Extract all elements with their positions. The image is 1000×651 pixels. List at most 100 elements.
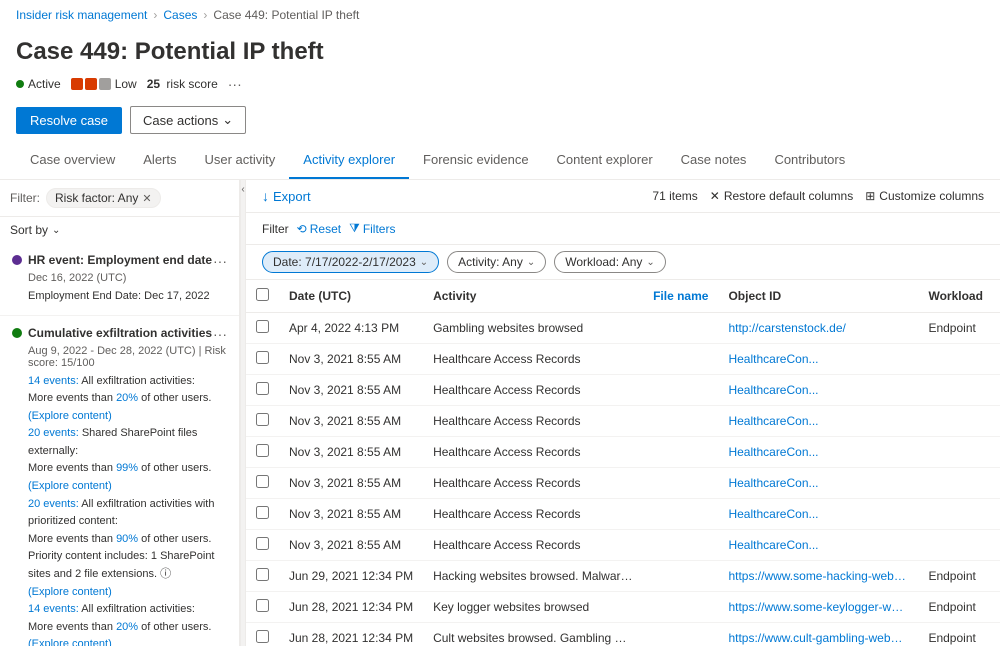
panel-divider[interactable]: ‹: [240, 180, 246, 646]
row-item-type: [993, 406, 1000, 437]
case-actions-button[interactable]: Case actions ⌄: [130, 106, 246, 134]
row-workload: [918, 375, 992, 406]
row-checkbox-7[interactable]: [256, 537, 269, 550]
row-checkbox-4[interactable]: [256, 444, 269, 457]
risk-badges: Low: [71, 77, 137, 91]
row-object-id: HealthcareCon...: [718, 530, 918, 561]
col-item-type[interactable]: Item type: [993, 280, 1000, 313]
collapse-icon[interactable]: ‹: [241, 184, 244, 195]
restore-label: Restore default columns: [724, 189, 853, 203]
explore-link-1[interactable]: (Explore content): [28, 410, 112, 422]
tab-forensic-evidence[interactable]: Forensic evidence: [409, 142, 543, 179]
table-row[interactable]: Jun 28, 2021 12:34 PM Key logger website…: [246, 592, 1000, 623]
filter-chip[interactable]: Risk factor: Any ✕: [46, 188, 161, 208]
row-checkbox-2[interactable]: [256, 382, 269, 395]
table-row[interactable]: Nov 3, 2021 8:55 AM Healthcare Access Re…: [246, 375, 1000, 406]
row-filename: [643, 406, 718, 437]
table-row[interactable]: Nov 3, 2021 8:55 AM Healthcare Access Re…: [246, 468, 1000, 499]
workload-filter-pill[interactable]: Workload: Any ⌄: [554, 251, 666, 273]
event-detail: Employment End Date: Dec 17, 2022: [12, 288, 227, 305]
breadcrumb-item-1[interactable]: Insider risk management: [16, 8, 147, 22]
table-row[interactable]: Jun 28, 2021 12:34 PM Cult websites brow…: [246, 623, 1000, 647]
explore-link-4[interactable]: (Explore content): [28, 638, 112, 646]
case-actions-label: Case actions: [143, 113, 218, 128]
tab-user-activity[interactable]: User activity: [191, 142, 290, 179]
row-checkbox-cell[interactable]: [246, 530, 279, 561]
table-row[interactable]: Nov 3, 2021 8:55 AM Healthcare Access Re…: [246, 406, 1000, 437]
sort-bar[interactable]: Sort by ⌄: [0, 217, 239, 243]
row-date: Nov 3, 2021 8:55 AM: [279, 375, 423, 406]
tab-alerts[interactable]: Alerts: [129, 142, 190, 179]
more-options-button[interactable]: ···: [228, 76, 242, 92]
row-checkbox-cell[interactable]: [246, 623, 279, 647]
row-checkbox-cell[interactable]: [246, 313, 279, 344]
reset-button[interactable]: ⟲ Reset: [297, 222, 341, 236]
table-row[interactable]: Nov 3, 2021 8:55 AM Healthcare Access Re…: [246, 499, 1000, 530]
row-checkbox-cell[interactable]: [246, 437, 279, 468]
row-checkbox-9[interactable]: [256, 599, 269, 612]
row-date: Nov 3, 2021 8:55 AM: [279, 344, 423, 375]
row-checkbox-cell[interactable]: [246, 468, 279, 499]
select-all-checkbox[interactable]: [256, 288, 269, 301]
col-activity[interactable]: Activity: [423, 280, 643, 313]
row-checkbox-cell[interactable]: [246, 592, 279, 623]
resolve-case-button[interactable]: Resolve case: [16, 107, 122, 134]
col-filename[interactable]: File name: [643, 280, 718, 313]
activity-filter-pill[interactable]: Activity: Any ⌄: [447, 251, 546, 273]
table-row[interactable]: Jun 29, 2021 12:34 PM Hacking websites b…: [246, 561, 1000, 592]
tab-contributors[interactable]: Contributors: [760, 142, 859, 179]
event-more-button-2[interactable]: ···: [213, 326, 227, 342]
select-all-header[interactable]: [246, 280, 279, 313]
explore-link-2[interactable]: (Explore content): [28, 480, 112, 492]
row-checkbox-8[interactable]: [256, 568, 269, 581]
row-checkbox-6[interactable]: [256, 506, 269, 519]
row-checkbox-10[interactable]: [256, 630, 269, 643]
table-row[interactable]: Apr 4, 2022 4:13 PM Gambling websites br…: [246, 313, 1000, 344]
row-activity: Healthcare Access Records: [423, 437, 643, 468]
restore-columns-button[interactable]: ✕ Restore default columns: [710, 189, 853, 203]
breadcrumb-item-2[interactable]: Cases: [163, 8, 197, 22]
explore-link-3[interactable]: (Explore content): [28, 586, 112, 598]
row-checkbox-0[interactable]: [256, 320, 269, 333]
left-panel: Filter: Risk factor: Any ✕ Sort by ⌄ HR …: [0, 180, 240, 646]
row-filename: [643, 561, 718, 592]
row-checkbox-cell[interactable]: [246, 406, 279, 437]
export-button[interactable]: ↓ Export: [262, 188, 311, 204]
tab-activity-explorer[interactable]: Activity explorer: [289, 142, 409, 179]
row-object-id: https://www.some-keylogger-web...: [718, 592, 918, 623]
table-row[interactable]: Nov 3, 2021 8:55 AM Healthcare Access Re…: [246, 530, 1000, 561]
customize-label: Customize columns: [879, 189, 984, 203]
row-checkbox-5[interactable]: [256, 475, 269, 488]
table-row[interactable]: Nov 3, 2021 8:55 AM Healthcare Access Re…: [246, 344, 1000, 375]
row-checkbox-cell[interactable]: [246, 375, 279, 406]
col-object-id[interactable]: Object ID: [718, 280, 918, 313]
date-filter-pill[interactable]: Date: 7/17/2022-2/17/2023 ⌄: [262, 251, 439, 273]
event-card-hr[interactable]: HR event: Employment end date ··· Dec 16…: [0, 243, 239, 316]
filters-button[interactable]: ⧩ Filters: [349, 221, 395, 236]
event-card-exfiltration[interactable]: Cumulative exfiltration activities ··· A…: [0, 316, 239, 647]
table-row[interactable]: Nov 3, 2021 8:55 AM Healthcare Access Re…: [246, 437, 1000, 468]
date-filter-label: Date: 7/17/2022-2/17/2023: [273, 255, 416, 269]
risk-label: Low: [115, 77, 137, 91]
activity-table: Date (UTC) Activity File name Object ID …: [246, 280, 1000, 646]
row-checkbox-3[interactable]: [256, 413, 269, 426]
tab-content-explorer[interactable]: Content explorer: [543, 142, 667, 179]
row-item-type: [993, 468, 1000, 499]
tab-case-overview[interactable]: Case overview: [16, 142, 129, 179]
nav-tabs: Case overview Alerts User activity Activ…: [0, 142, 1000, 180]
row-filename: [643, 623, 718, 647]
row-checkbox-cell[interactable]: [246, 561, 279, 592]
tab-case-notes[interactable]: Case notes: [667, 142, 761, 179]
row-checkbox-1[interactable]: [256, 351, 269, 364]
row-checkbox-cell[interactable]: [246, 344, 279, 375]
sort-label: Sort by: [10, 223, 48, 237]
row-checkbox-cell[interactable]: [246, 499, 279, 530]
event-title-text-2: Cumulative exfiltration activities: [28, 326, 212, 340]
customize-columns-button[interactable]: ⊞ Customize columns: [865, 189, 984, 203]
filter-label: Filter:: [10, 191, 40, 205]
col-workload[interactable]: Workload: [918, 280, 992, 313]
col-date[interactable]: Date (UTC): [279, 280, 423, 313]
filter-chip-remove[interactable]: ✕: [142, 192, 151, 205]
event-more-button[interactable]: ···: [213, 253, 227, 269]
filter-icon: ⧩: [349, 221, 360, 236]
